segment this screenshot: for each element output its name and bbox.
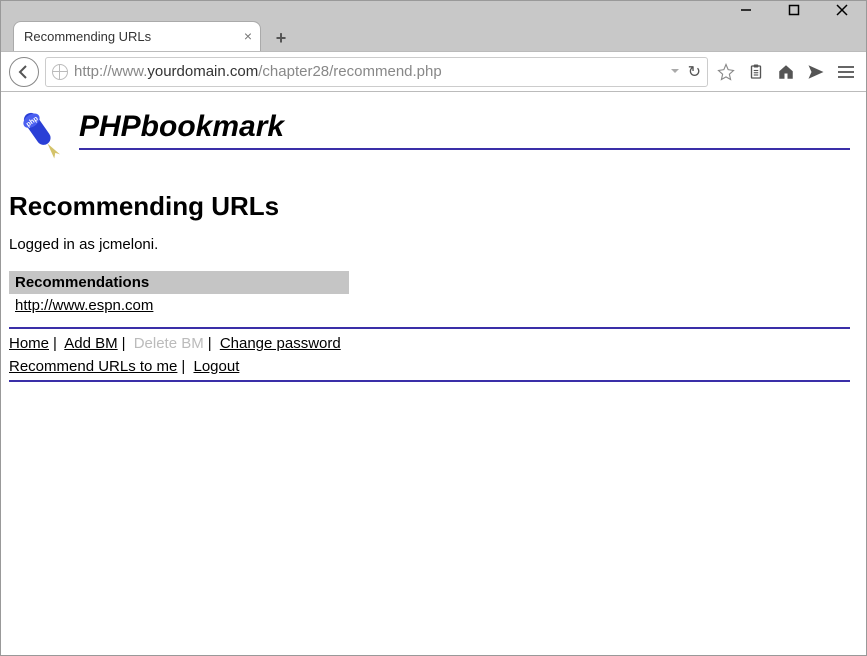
page-title: Recommending URLs bbox=[9, 191, 850, 222]
table-row: http://www.espn.com bbox=[9, 294, 349, 317]
home-link[interactable]: Home bbox=[9, 335, 49, 352]
recommendations-table: Recommendations http://www.espn.com bbox=[9, 271, 349, 317]
back-button[interactable] bbox=[9, 57, 39, 87]
browser-window: Recommending URLs × + http://www.yourdom… bbox=[0, 0, 867, 656]
recommend-link[interactable]: Recommend URLs to me bbox=[9, 358, 177, 375]
add-bm-link[interactable]: Add BM bbox=[64, 335, 117, 352]
header-divider bbox=[79, 148, 850, 150]
page-content: php PHPbookmark Recommending URLs Logged… bbox=[1, 92, 866, 655]
recommendations-header: Recommendations bbox=[9, 271, 349, 294]
browser-toolbar: http://www.yourdomain.com/chapter28/reco… bbox=[1, 51, 866, 92]
globe-icon bbox=[52, 64, 68, 80]
minimize-button[interactable] bbox=[728, 1, 764, 19]
dropdown-icon[interactable] bbox=[670, 63, 680, 80]
maximize-button[interactable] bbox=[776, 1, 812, 19]
delete-bm-disabled: Delete BM bbox=[134, 335, 204, 352]
bookmark-star-icon[interactable] bbox=[714, 60, 738, 84]
browser-tab[interactable]: Recommending URLs × bbox=[13, 21, 261, 51]
footer-divider-top bbox=[9, 327, 850, 329]
url-prefix: http://www. bbox=[74, 63, 147, 80]
clipboard-icon[interactable] bbox=[744, 60, 768, 84]
recommendation-link[interactable]: http://www.espn.com bbox=[15, 297, 153, 314]
url-path: /chapter28/recommend.php bbox=[258, 63, 441, 80]
window-titlebar bbox=[1, 1, 866, 19]
url-domain: yourdomain.com bbox=[147, 63, 258, 80]
tab-title: Recommending URLs bbox=[24, 29, 151, 44]
reload-icon[interactable] bbox=[688, 62, 701, 82]
send-icon[interactable] bbox=[804, 60, 828, 84]
tab-close-icon[interactable]: × bbox=[244, 28, 252, 44]
logout-link[interactable]: Logout bbox=[193, 358, 239, 375]
new-tab-button[interactable]: + bbox=[267, 25, 295, 51]
url-bar-actions bbox=[670, 62, 701, 82]
logo-row: php PHPbookmark bbox=[9, 104, 850, 173]
home-icon[interactable] bbox=[774, 60, 798, 84]
url-bar[interactable]: http://www.yourdomain.com/chapter28/reco… bbox=[45, 57, 708, 87]
brand-title: PHPbookmark bbox=[79, 110, 850, 144]
bookmark-logo-icon: php bbox=[9, 104, 73, 173]
close-window-button[interactable] bbox=[824, 1, 860, 19]
tab-strip: Recommending URLs × + bbox=[1, 19, 866, 51]
menu-icon[interactable] bbox=[834, 60, 858, 84]
footer-links: Home| Add BM| Delete BM| Change password… bbox=[9, 333, 850, 378]
url-text: http://www.yourdomain.com/chapter28/reco… bbox=[74, 63, 442, 80]
login-status: Logged in as jcmeloni. bbox=[9, 236, 850, 253]
footer-divider-bottom bbox=[9, 380, 850, 382]
change-password-link[interactable]: Change password bbox=[220, 335, 341, 352]
